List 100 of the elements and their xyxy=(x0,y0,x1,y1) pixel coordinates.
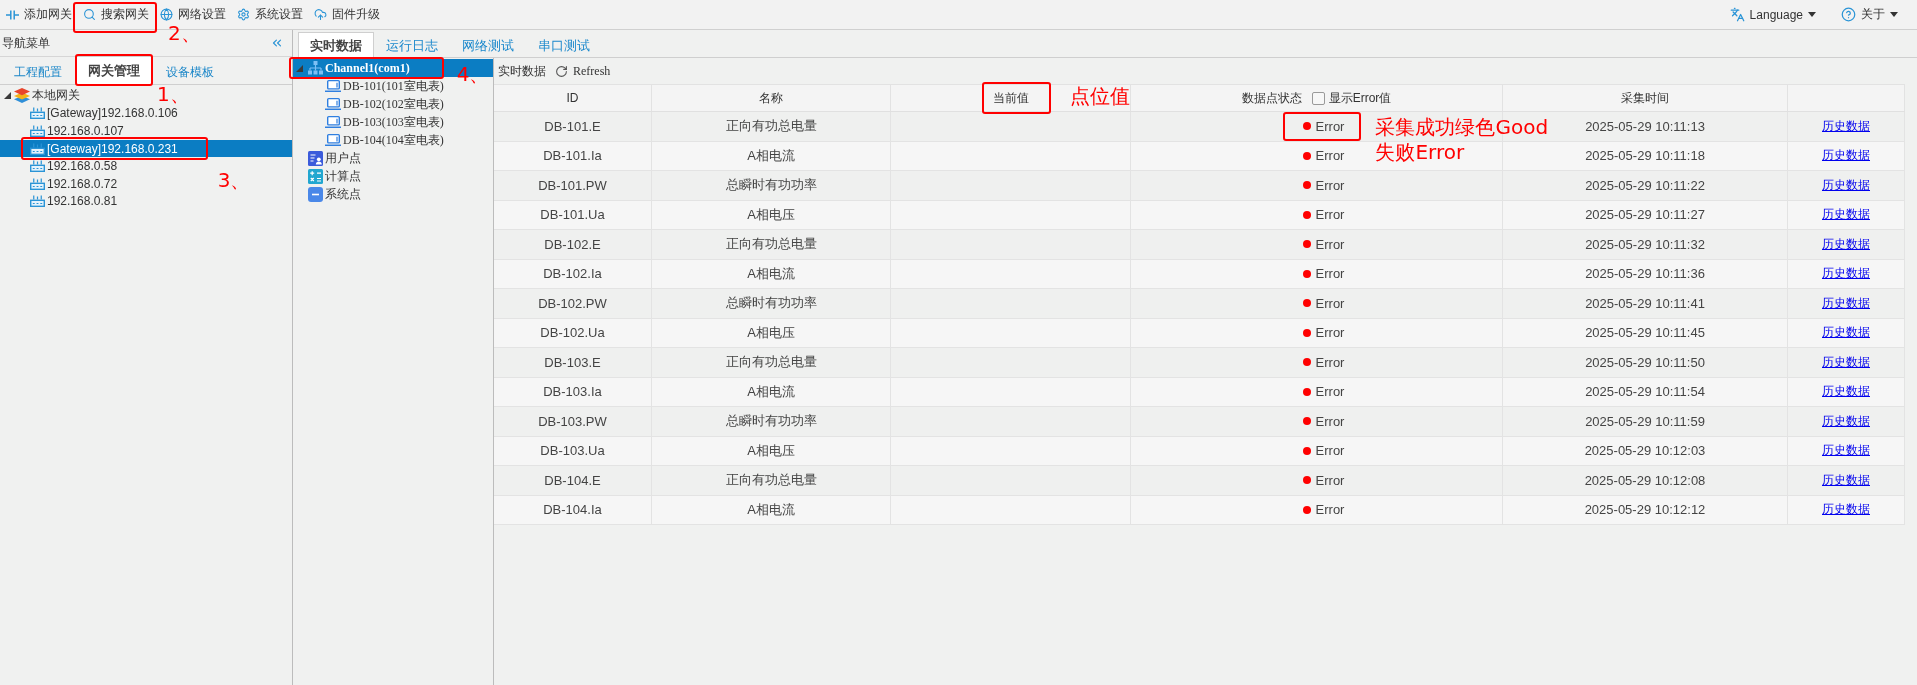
tab[interactable]: 网络测试 xyxy=(450,32,526,58)
calculator-icon xyxy=(308,168,323,184)
table-cell: 2025-05-29 10:11:54 xyxy=(1585,384,1705,400)
history-link[interactable]: 历史数据 xyxy=(1822,383,1870,401)
table-cell: A相电压 xyxy=(747,441,795,460)
tab[interactable]: 串口测试 xyxy=(526,32,602,58)
globe-icon xyxy=(160,8,173,21)
tree-item[interactable]: 192.168.0.107 xyxy=(30,122,126,140)
checkbox[interactable] xyxy=(1311,91,1325,105)
table-cell: A相电流 xyxy=(747,500,795,519)
table-cell: DB-101.E xyxy=(544,118,601,134)
tree-item[interactable]: 用户点 xyxy=(308,149,363,167)
tree-item[interactable]: DB-104(104室电表) xyxy=(325,131,446,149)
layers-icon xyxy=(14,88,30,104)
checkbox-label[interactable]: 显示Error值 xyxy=(1328,89,1392,107)
table-cell: 2025-05-29 10:11:32 xyxy=(1585,236,1705,252)
status-text: Error xyxy=(1315,118,1345,134)
table-cell: A相电流 xyxy=(747,146,795,165)
tree-item[interactable]: 192.168.0.58 xyxy=(30,157,120,175)
history-link[interactable]: 历史数据 xyxy=(1822,235,1870,253)
history-link[interactable]: 历史数据 xyxy=(1822,471,1870,489)
status-text: Error xyxy=(1315,177,1345,193)
table-cell: 2025-05-29 10:11:50 xyxy=(1585,354,1705,370)
table-cell: 2025-05-29 10:11:45 xyxy=(1585,325,1705,341)
hierarchy-icon xyxy=(308,61,323,75)
tree-item[interactable]: 192.168.0.81 xyxy=(30,192,120,211)
toolbar-button[interactable]: 添加网关 xyxy=(4,2,74,27)
annotation-text: 点位值 xyxy=(1069,83,1130,109)
annotation-text: 3、 xyxy=(217,167,251,193)
history-link[interactable]: 历史数据 xyxy=(1822,353,1870,371)
tree-item[interactable]: [Gateway]192.168.0.231 xyxy=(30,139,180,158)
tree-item[interactable]: 计算点 xyxy=(308,167,363,185)
capacitor-icon xyxy=(6,8,19,21)
table-cell: 2025-05-29 10:12:03 xyxy=(1584,443,1706,459)
table-cell: 总瞬时有功功率 xyxy=(725,294,817,313)
refresh-button[interactable]: Refresh xyxy=(555,63,611,79)
status-text: Error xyxy=(1315,266,1345,282)
table-cell: DB-102.E xyxy=(544,236,601,252)
table-cell: 2025-05-29 10:11:13 xyxy=(1585,118,1705,134)
tab[interactable]: 实时数据 xyxy=(298,32,374,58)
column-header: 数据点状态 xyxy=(1241,89,1302,107)
history-link[interactable]: 历史数据 xyxy=(1822,147,1870,165)
history-link[interactable]: 历史数据 xyxy=(1822,265,1870,283)
caret-icon xyxy=(1808,12,1816,17)
history-link[interactable]: 历史数据 xyxy=(1822,117,1870,135)
table-cell: 正向有功总电量 xyxy=(725,117,817,136)
laptop-icon xyxy=(325,80,341,92)
table-cell: DB-103.Ia xyxy=(543,384,602,400)
status-text: Error xyxy=(1315,413,1345,429)
table-cell: 总瞬时有功功率 xyxy=(725,412,817,431)
tab[interactable]: 设备模板 xyxy=(153,58,227,85)
annotation-text: 采集成功绿色Good 失败Error xyxy=(1375,114,1549,165)
table-cell: A相电流 xyxy=(747,264,795,283)
menu-button[interactable]: 关于 xyxy=(1839,2,1900,27)
table-cell: 2025-05-29 10:11:41 xyxy=(1585,295,1705,311)
expander-icon[interactable] xyxy=(4,92,11,100)
tree-item[interactable]: 192.168.0.72 xyxy=(30,174,120,193)
history-link[interactable]: 历史数据 xyxy=(1822,294,1870,312)
tree-item[interactable]: DB-101(101室电表) xyxy=(325,77,446,95)
tree-item[interactable]: Channel1(com1) xyxy=(296,59,412,77)
collapse-icon[interactable] xyxy=(270,36,284,50)
column-header: 采集时间 xyxy=(1621,89,1669,107)
table-cell: 2025-05-29 10:12:12 xyxy=(1584,502,1706,518)
table-cell: DB-101.PW xyxy=(538,177,607,193)
panel-title: 导航菜单 xyxy=(2,34,50,52)
panel-title: 实时数据 xyxy=(498,62,546,80)
toolbar-button[interactable]: 系统设置 xyxy=(235,2,305,27)
status-text: Error xyxy=(1315,354,1345,370)
table-cell: DB-103.E xyxy=(544,354,601,370)
history-link[interactable]: 历史数据 xyxy=(1822,501,1870,519)
router-icon xyxy=(30,195,45,208)
history-link[interactable]: 历史数据 xyxy=(1822,442,1870,460)
table-cell: A相电压 xyxy=(747,323,795,342)
status-text: Error xyxy=(1315,443,1345,459)
table-cell: DB-104.Ia xyxy=(543,502,602,518)
toolbar-button[interactable]: 固件升级 xyxy=(312,2,382,27)
table-cell: DB-102.PW xyxy=(538,295,607,311)
history-link[interactable]: 历史数据 xyxy=(1822,176,1870,194)
tree-item[interactable]: [Gateway]192.168.0.106 xyxy=(30,104,180,123)
menu-button[interactable]: Language xyxy=(1727,2,1818,27)
minus-square-icon xyxy=(308,186,323,202)
toolbar-button[interactable]: 搜索网关 xyxy=(81,2,151,27)
table-cell: 正向有功总电量 xyxy=(725,471,817,490)
table-cell: DB-104.E xyxy=(544,472,601,488)
laptop-icon xyxy=(325,98,341,110)
tree-item[interactable]: DB-103(103室电表) xyxy=(325,113,446,131)
status-text: Error xyxy=(1315,472,1345,488)
tab[interactable]: 工程配置 xyxy=(1,58,75,85)
tab[interactable]: 运行日志 xyxy=(374,32,450,58)
annotation-text: 1、 xyxy=(157,82,190,107)
tree-item[interactable]: DB-102(102室电表) xyxy=(325,95,446,113)
history-link[interactable]: 历史数据 xyxy=(1822,206,1870,224)
status-text: Error xyxy=(1315,325,1345,341)
tree-item[interactable]: 本地网关 xyxy=(4,87,82,105)
laptop-icon xyxy=(325,134,341,146)
table-cell: 2025-05-29 10:11:27 xyxy=(1585,207,1705,223)
tree-item[interactable]: 系统点 xyxy=(308,185,363,203)
table-cell: 2025-05-29 10:12:08 xyxy=(1584,472,1706,488)
history-link[interactable]: 历史数据 xyxy=(1822,412,1870,430)
history-link[interactable]: 历史数据 xyxy=(1822,324,1870,342)
